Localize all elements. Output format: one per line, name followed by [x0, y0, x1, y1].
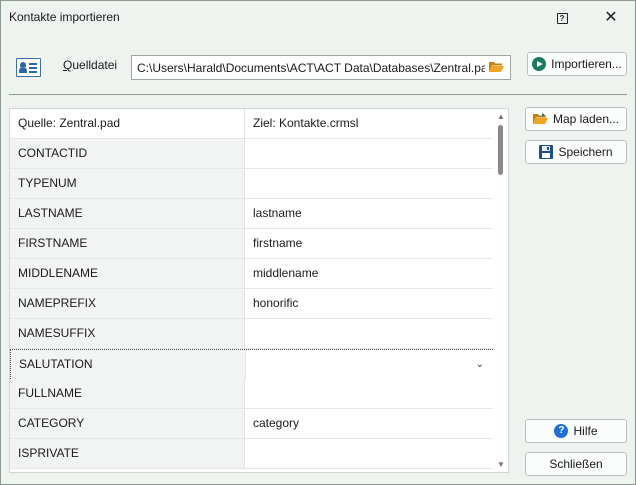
table-row[interactable]: NAMEPREFIX honorific: [10, 289, 493, 319]
table-row[interactable]: MIDDLENAME middlename: [10, 259, 493, 289]
target-field[interactable]: [245, 379, 493, 408]
source-field: MIDDLENAME: [10, 259, 245, 288]
scroll-thumb[interactable]: [498, 125, 503, 175]
help-button[interactable]: ? Hilfe: [525, 419, 627, 443]
source-field: CATEGORY: [10, 409, 245, 438]
close-button-label: Schließen: [549, 457, 603, 471]
table-row[interactable]: CONTACTID: [10, 139, 493, 169]
vertical-scrollbar[interactable]: ▲ ▼: [493, 109, 508, 472]
close-button[interactable]: Schließen: [525, 452, 627, 476]
target-field[interactable]: lastname: [245, 199, 493, 228]
source-field: FIRSTNAME: [10, 229, 245, 258]
scroll-down-icon[interactable]: ▼: [497, 460, 505, 469]
close-icon: ✕: [604, 9, 618, 26]
target-field[interactable]: [245, 139, 493, 168]
play-circle-icon: [532, 57, 547, 71]
divider: [9, 94, 627, 95]
target-field[interactable]: honorific: [245, 289, 493, 318]
help-circle-icon: ?: [554, 424, 569, 438]
save-button-label: Speichern: [558, 145, 613, 159]
table-row[interactable]: ISPRIVATE: [10, 439, 493, 469]
help-icon: ?: [556, 12, 568, 24]
table-row[interactable]: LASTNAME lastname: [10, 199, 493, 229]
source-field: SALUTATION: [11, 350, 246, 379]
chevron-down-icon[interactable]: ⌄: [476, 350, 484, 379]
source-path-value: C:\Users\Harald\Documents\ACT\ACT Data\D…: [137, 61, 485, 75]
source-field: CONTACTID: [10, 139, 245, 168]
folder-open-icon: [532, 113, 548, 124]
import-button-label: Importieren...: [551, 57, 622, 71]
floppy-disk-icon: [539, 145, 554, 159]
header-target: Ziel: Kontakte.crmsl: [245, 109, 493, 138]
source-path-field[interactable]: C:\Users\Harald\Documents\ACT\ACT Data\D…: [131, 55, 511, 80]
table-row[interactable]: TYPENUM: [10, 169, 493, 199]
save-button[interactable]: Speichern: [525, 140, 627, 164]
help-button-label: Hilfe: [573, 424, 598, 438]
window-title: Kontakte importieren: [9, 10, 120, 24]
field-mapping-grid: Quelle: Zentral.pad Ziel: Kontakte.crmsl…: [9, 108, 509, 473]
source-field: NAMESUFFIX: [10, 319, 245, 348]
table-row[interactable]: FIRSTNAME firstname: [10, 229, 493, 259]
map-load-button-label: Map laden...: [552, 112, 620, 126]
source-file-label: Quelldatei: [63, 58, 118, 72]
table-row[interactable]: NAMESUFFIX: [10, 319, 493, 349]
target-field[interactable]: middlename: [245, 259, 493, 288]
source-field: TYPENUM: [10, 169, 245, 198]
table-row[interactable]: FULLNAME: [10, 379, 493, 409]
source-field: ISPRIVATE: [10, 439, 245, 468]
map-load-button[interactable]: Map laden...: [525, 107, 627, 131]
source-field: LASTNAME: [10, 199, 245, 228]
import-contacts-dialog: Kontakte importieren ? ✕ Quelldatei C:\U…: [0, 0, 636, 485]
header-source: Quelle: Zentral.pad: [10, 109, 245, 138]
table-row[interactable]: CATEGORY category: [10, 409, 493, 439]
target-field[interactable]: [245, 169, 493, 198]
source-field: FULLNAME: [10, 379, 245, 408]
target-dropdown[interactable]: [246, 350, 494, 379]
help-titlebar-button[interactable]: ?: [551, 7, 573, 29]
contact-card-icon: [16, 58, 41, 77]
target-field[interactable]: firstname: [245, 229, 493, 258]
target-field[interactable]: [245, 439, 493, 468]
table-row-selected[interactable]: SALUTATION ⌄: [10, 349, 494, 379]
scroll-up-icon[interactable]: ▲: [497, 112, 505, 121]
folder-open-icon[interactable]: [489, 61, 504, 73]
close-titlebar-button[interactable]: ✕: [600, 7, 622, 29]
source-field: NAMEPREFIX: [10, 289, 245, 318]
import-button[interactable]: Importieren...: [527, 52, 627, 76]
target-field[interactable]: category: [245, 409, 493, 438]
grid-header-row: Quelle: Zentral.pad Ziel: Kontakte.crmsl: [10, 109, 493, 139]
target-field[interactable]: [245, 319, 493, 348]
